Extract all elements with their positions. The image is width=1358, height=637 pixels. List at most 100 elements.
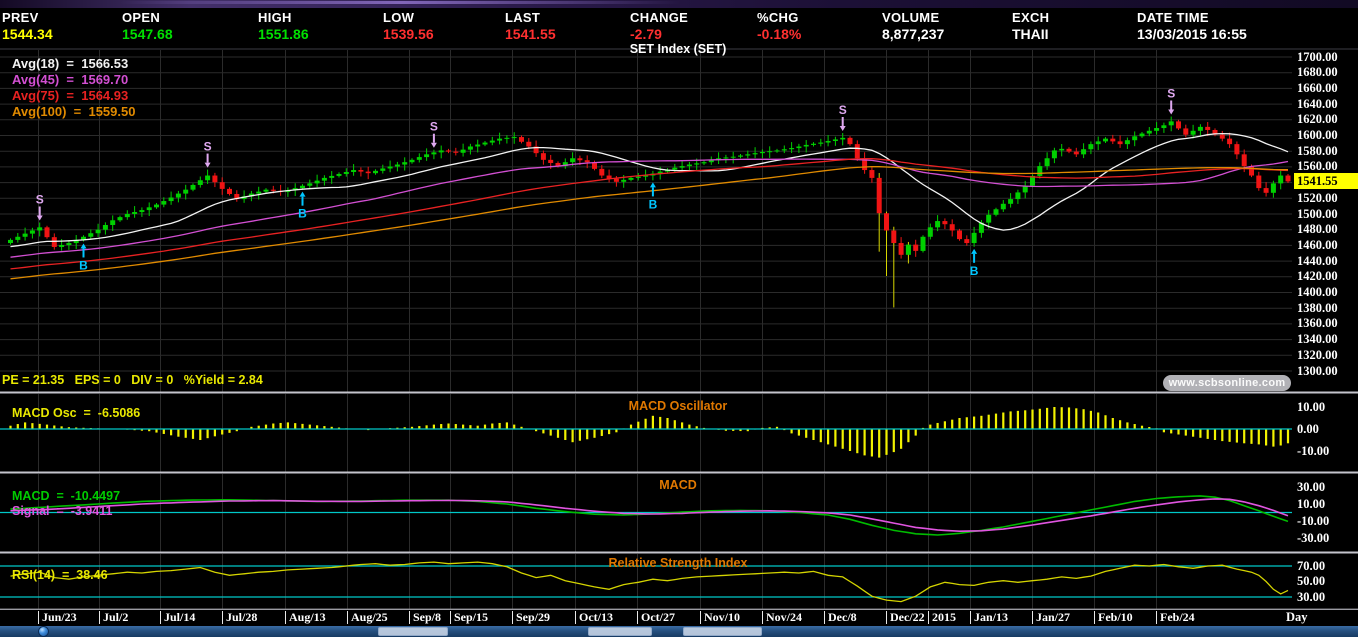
svg-text:B: B <box>298 207 307 221</box>
date-tick-label: Aug/25 <box>351 610 388 624</box>
date-tick-label: Aug/13 <box>289 610 326 624</box>
price-tick: 1440.00 <box>1297 253 1338 268</box>
date-tick-mark <box>347 611 348 624</box>
rsi-title: Relative Strength Index <box>608 556 748 570</box>
date-tick-mark <box>160 611 161 624</box>
trading-chart-window: PREV 1544.34 OPEN 1547.68 HIGH 1551.86 LOW 1539… <box>0 0 1358 637</box>
price-tick: 1340.00 <box>1297 332 1338 347</box>
price-tick: 1500.00 <box>1297 206 1338 221</box>
date-tick-mark <box>762 611 763 624</box>
date-tick-mark <box>1094 611 1095 624</box>
date-tick-mark <box>450 611 451 624</box>
date-tick-mark <box>928 611 929 624</box>
date-tick-mark <box>575 611 576 624</box>
svg-text:S: S <box>204 140 212 154</box>
svg-text:S: S <box>839 103 847 117</box>
taskbar-window-button[interactable] <box>683 627 762 636</box>
start-button[interactable] <box>38 626 49 637</box>
rsi-legend: RSI(14) = 38.46 <box>12 568 108 582</box>
price-tick: 1680.00 <box>1297 65 1338 80</box>
price-tick: 1300.00 <box>1297 363 1338 378</box>
date-tick-mark <box>637 611 638 624</box>
date-tick-label: Jul/28 <box>226 610 258 624</box>
date-tick-label: Sep/8 <box>413 610 442 624</box>
fundamentals-line: PE = 21.35 EPS = 0 DIV = 0 %Yield = 2.84 <box>2 373 263 387</box>
chart-canvas[interactable]: S S S S S B B B B <box>0 0 1358 637</box>
date-tick-mark <box>824 611 825 624</box>
osc-tick: 10.00 <box>1297 399 1326 414</box>
legend-avg-45-: Avg(45) = 1569.70 <box>12 72 129 87</box>
date-tick-label: 2015 <box>932 610 956 624</box>
watermark: www.scbsonline.com <box>1163 375 1291 391</box>
axis-unit-label: Day <box>1286 610 1308 624</box>
legend-avg-75-: Avg(75) = 1564.93 <box>12 88 129 103</box>
date-tick-mark <box>285 611 286 624</box>
svg-text:B: B <box>970 264 979 278</box>
price-tick: 1460.00 <box>1297 237 1338 252</box>
date-tick-label: Dec/22 <box>890 610 925 624</box>
date-tick-mark <box>512 611 513 624</box>
date-tick-label: Jan/13 <box>974 610 1009 624</box>
date-tick-label: Feb/10 <box>1098 610 1133 624</box>
svg-text:B: B <box>649 197 658 211</box>
price-tick: 1480.00 <box>1297 222 1338 237</box>
macd-oscillator-legend: MACD Osc = -6.5086 <box>12 406 141 420</box>
date-tick-mark <box>886 611 887 624</box>
price-tick: 1520.00 <box>1297 190 1338 205</box>
price-tick: 1580.00 <box>1297 143 1338 158</box>
price-tick: 1380.00 <box>1297 300 1338 315</box>
taskbar[interactable] <box>0 626 1358 637</box>
svg-text:B: B <box>79 258 88 272</box>
svg-text:S: S <box>36 192 44 206</box>
rsi-tick: 50.00 <box>1297 574 1326 588</box>
date-tick-label: Jul/2 <box>103 610 129 624</box>
macd-tick: 10.00 <box>1297 496 1326 511</box>
price-tick: 1320.00 <box>1297 347 1338 362</box>
date-tick-mark <box>1032 611 1033 624</box>
macd-tick: 30.00 <box>1297 479 1326 494</box>
price-tick: 1360.00 <box>1297 316 1338 331</box>
svg-text:S: S <box>1167 87 1175 101</box>
price-tick: 1700.00 <box>1297 49 1338 64</box>
price-tick: 1400.00 <box>1297 285 1338 299</box>
date-tick-label: Jan/27 <box>1036 610 1071 624</box>
date-tick-label: Feb/24 <box>1160 610 1195 624</box>
price-tick: 1420.00 <box>1297 269 1338 284</box>
osc-tick: 0.00 <box>1297 421 1319 436</box>
date-tick-label: Sep/29 <box>516 610 551 624</box>
date-tick-label: Oct/13 <box>579 610 613 624</box>
date-tick-mark <box>700 611 701 624</box>
price-tick: 1620.00 <box>1297 112 1338 127</box>
legend-avg-18-: Avg(18) = 1566.53 <box>12 56 129 71</box>
macd-signal-legend: Signal = -3.9411 <box>12 504 113 518</box>
svg-text:S: S <box>430 120 438 134</box>
taskbar-window-button[interactable] <box>588 627 652 636</box>
macd-oscillator-title: MACD Oscillator <box>628 399 728 413</box>
osc-tick: -10.00 <box>1297 443 1330 458</box>
macd-tick: -10.00 <box>1297 513 1330 528</box>
price-tick: 1640.00 <box>1297 96 1338 111</box>
date-tick-label: Nov/10 <box>704 610 740 624</box>
rsi-tick: 70.00 <box>1297 558 1326 573</box>
legend-avg-100-: Avg(100) = 1559.50 <box>12 104 136 119</box>
date-tick-label: Nov/24 <box>766 610 802 624</box>
chart-title: SET Index (SET) <box>629 42 727 56</box>
macd-title: MACD <box>659 478 697 492</box>
price-tick: 1600.00 <box>1297 128 1338 142</box>
window-title-strip <box>0 0 1358 9</box>
date-tick-mark <box>38 611 39 624</box>
date-tick-label: Jun/23 <box>42 610 77 624</box>
date-tick-mark <box>409 611 410 624</box>
taskbar-window-button[interactable] <box>378 627 448 636</box>
price-tick: 1660.00 <box>1297 80 1338 95</box>
date-tick-mark <box>970 611 971 624</box>
date-tick-label: Jul/14 <box>164 610 196 624</box>
macd-tick: -30.00 <box>1297 530 1330 545</box>
date-tick-label: Dec/8 <box>828 610 857 624</box>
last-price-badge: 1541.55 <box>1294 173 1358 189</box>
date-tick-mark <box>99 611 100 624</box>
rsi-tick: 30.00 <box>1297 589 1326 604</box>
date-tick-mark <box>1156 611 1157 624</box>
date-tick-label: Sep/15 <box>454 610 489 624</box>
macd-legend: MACD = -10.4497 <box>12 489 121 503</box>
